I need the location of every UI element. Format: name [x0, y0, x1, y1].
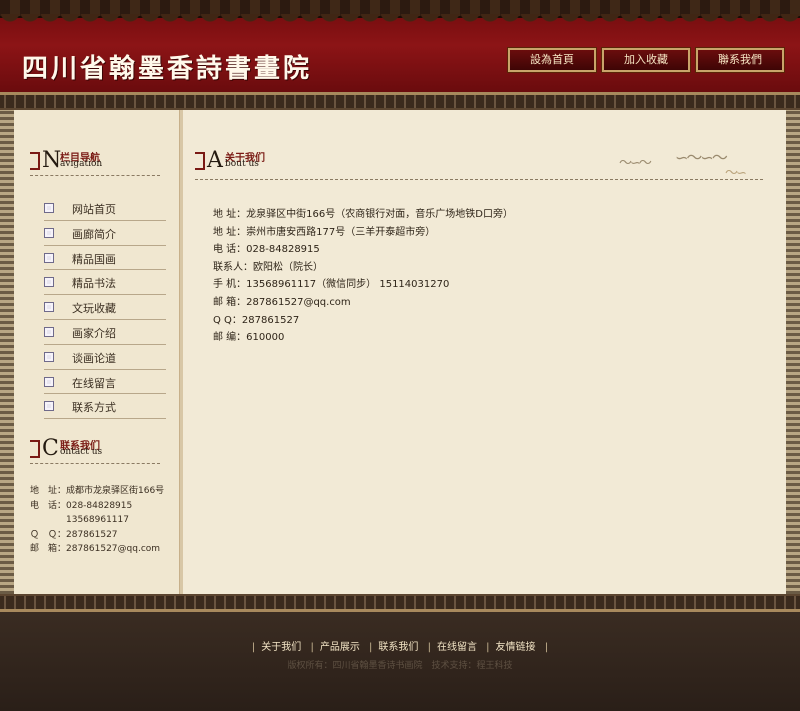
info-line-email: 邮 箱：287861527@qq.com: [213, 296, 351, 308]
sidebar-item-label: 画廊简介: [72, 227, 116, 241]
sidebar-item-paintings[interactable]: 精品国画: [44, 246, 166, 271]
nav-heading-letter: N: [42, 148, 62, 173]
square-bullet-icon: [44, 326, 54, 337]
about-heading-en: bout us: [225, 159, 259, 169]
square-bullet-icon: [44, 252, 54, 263]
info-line-mobile: 手 机：13568961117（微信同步） 15114031270: [213, 279, 450, 291]
heading-ornament-icon: [30, 440, 40, 458]
footer-links: | 关于我们 | 产品展示 | 联系我们 | 在线留言 | 友情链接 |: [251, 642, 549, 653]
content-frame: N 栏目导航 avigation 网站首页 画廊简介 精品国画 精品书法 文玩收…: [0, 110, 800, 600]
contact-key: 电 话：: [30, 500, 67, 511]
info-line-phone: 电 话：028-84828915: [213, 244, 320, 256]
sidebar-menu: 网站首页 画廊简介 精品国画 精品书法 文玩收藏 画家介绍 谈画论道 在线留言 …: [44, 196, 166, 420]
info-line-contact-person: 联系人：欧阳松（院长）: [213, 261, 323, 273]
sidebar-item-label: 画家介绍: [72, 326, 116, 340]
contact-key: Ｑ Ｑ：: [30, 529, 67, 540]
sidebar-item-home[interactable]: 网站首页: [44, 196, 166, 221]
add-favorite-button[interactable]: 加入收藏: [601, 47, 691, 73]
contact-value: 028-84828915: [66, 500, 133, 511]
contact-heading-en: ontact us: [60, 447, 103, 457]
sidebar-item-label: 精品书法: [72, 277, 116, 291]
about-heading-letter: A: [207, 148, 223, 173]
sidebar-item-collectibles[interactable]: 文玩收藏: [44, 295, 166, 320]
roof-tiles-decoration: [0, 14, 800, 26]
contact-value: 287861527@qq.com: [66, 544, 161, 554]
square-bullet-icon: [44, 227, 54, 238]
contact-key: 邮 箱：: [30, 544, 67, 554]
sidebar-item-label: 精品国画: [72, 252, 116, 266]
left-border-pattern: [0, 110, 14, 600]
contact-phone-row: 电 话： 028-84828915: [30, 499, 180, 514]
copyright-text: 版权所有：四川省翰墨香诗书画院 技术支持：程王科技: [287, 661, 513, 671]
sidebar-item-contact[interactable]: 联系方式: [44, 394, 166, 420]
contact-value: 成都市龙泉驿区街166号: [66, 486, 165, 496]
cloud-ornament-icon: ∽～∽～: [675, 148, 728, 167]
about-info: 地 址：龙泉驿区中街166号（农商银行对面，音乐广场地铁D口旁） 地 址：崇州市…: [213, 206, 513, 347]
contact-us-button[interactable]: 聯系我們: [695, 47, 785, 73]
contact-key: [30, 513, 66, 528]
set-homepage-button[interactable]: 設為首頁: [507, 47, 597, 73]
sidebar-item-gallery-intro[interactable]: 画廊简介: [44, 221, 166, 246]
square-bullet-icon: [44, 302, 54, 313]
info-line-address-2: 地 址：崇州市唐安西路177号（三羊开泰超市旁）: [213, 226, 436, 238]
square-bullet-icon: [44, 277, 54, 288]
sidebar-item-discussion[interactable]: 谈画论道: [44, 345, 166, 370]
sidebar: N 栏目导航 avigation 网站首页 画廊简介 精品国画 精品书法 文玩收…: [14, 110, 180, 600]
footer-link-products[interactable]: 产品展示: [320, 642, 360, 653]
info-line-address-1: 地 址：龙泉驿区中街166号（农商银行对面，音乐广场地铁D口旁）: [213, 209, 513, 220]
contact-section-heading: C 联系我们 ontact us: [30, 436, 160, 464]
sidebar-item-label: 文玩收藏: [72, 302, 116, 316]
contact-key: 地 址：: [30, 486, 67, 496]
site-footer: | 关于我们 | 产品展示 | 联系我们 | 在线留言 | 友情链接 | 版权所有：四川省…: [0, 612, 800, 711]
sidebar-item-label: 在线留言: [72, 376, 116, 390]
info-line-postcode: 邮 编：610000: [213, 332, 285, 344]
sidebar-item-label: 联系方式: [72, 401, 116, 415]
square-bullet-icon: [44, 401, 54, 412]
contact-value: 13568961117: [66, 515, 129, 525]
footer-link-contact[interactable]: 联系我们: [378, 642, 418, 653]
main-content: A 关于我们 bout us ～∽～ ∽～∽～ ～∽ 地 址：龙泉驿区中街166…: [183, 110, 786, 600]
footer-link-about[interactable]: 关于我们: [261, 642, 301, 653]
contact-address-row: 地 址： 成都市龙泉驿区街166号: [30, 484, 180, 499]
site-header: 四川省翰墨香詩書畫院 設為首頁 加入收藏 聯系我們: [0, 0, 800, 100]
footer-link-friends[interactable]: 友情链接: [496, 642, 536, 653]
sidebar-item-artists[interactable]: 画家介绍: [44, 320, 166, 345]
contact-qq-row: Ｑ Ｑ： 287861527: [30, 528, 180, 543]
nav-heading-en: avigation: [60, 159, 103, 169]
right-border-pattern: [786, 110, 800, 600]
heading-ornament-icon: [195, 152, 205, 170]
sidebar-item-label: 谈画论道: [72, 351, 116, 365]
nav-section-heading: N 栏目导航 avigation: [30, 148, 160, 176]
cloud-ornament-icon: ～∽～: [619, 156, 652, 171]
cloud-ornament-icon: ～∽: [725, 166, 747, 181]
site-title: 四川省翰墨香詩書畫院: [22, 54, 313, 84]
square-bullet-icon: [44, 203, 54, 213]
footer-link-guestbook[interactable]: 在线留言: [437, 642, 477, 653]
sidebar-item-calligraphy[interactable]: 精品书法: [44, 270, 166, 296]
top-nav: 設為首頁 加入收藏 聯系我們: [507, 47, 785, 73]
heading-ornament-icon: [30, 152, 40, 170]
contact-mobile-row: 13568961117: [30, 513, 180, 528]
footer-border-pattern: [0, 594, 800, 612]
contact-heading-letter: C: [42, 436, 59, 461]
sidebar-contact-info: 地 址： 成都市龙泉驿区街166号 电 话： 028-84828915 135689…: [30, 484, 180, 557]
square-bullet-icon: [44, 351, 54, 362]
sidebar-item-label: 网站首页: [72, 203, 116, 216]
sidebar-item-guestbook[interactable]: 在线留言: [44, 370, 166, 395]
contact-email-row: 邮 箱： 287861527@qq.com: [30, 542, 180, 557]
info-line-qq: Q Q：287861527: [213, 314, 300, 326]
header-border-pattern: [0, 92, 800, 110]
contact-value: 287861527: [66, 529, 118, 540]
about-section-heading: A 关于我们 bout us ～∽～ ∽～∽～ ～∽: [195, 148, 763, 181]
square-bullet-icon: [44, 376, 54, 387]
